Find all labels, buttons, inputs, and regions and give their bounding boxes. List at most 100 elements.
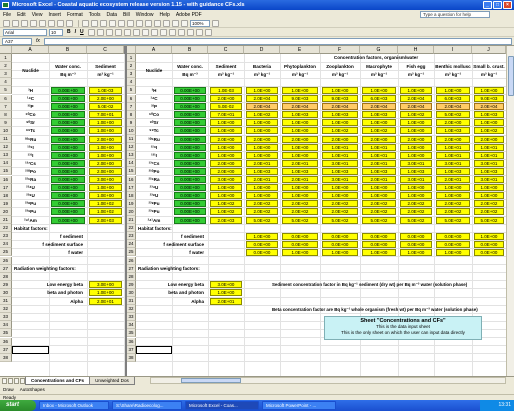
concentration-factor-cell[interactable]: 2.0E+02	[474, 208, 504, 216]
concentration-factor-cell[interactable]: 1.0E+00	[246, 151, 278, 159]
close-button[interactable]: ×	[503, 1, 512, 9]
spelling-icon[interactable]	[66, 19, 73, 27]
concentration-factor-cell[interactable]: 1.0E+00	[282, 119, 318, 127]
concentration-factor-cell[interactable]: 1.0E+00	[436, 86, 470, 94]
row-header[interactable]: 2	[127, 62, 136, 71]
row-header[interactable]: 16	[0, 175, 12, 184]
print-icon[interactable]	[48, 19, 55, 27]
concentration-factor-cell[interactable]: 2.0E+00	[246, 135, 278, 143]
concentration-factor-cell[interactable]: 1.0E+00	[246, 192, 278, 200]
sediment-cf-cell[interactable]: 2.0E+00	[89, 159, 122, 167]
row-header[interactable]: 24	[127, 240, 136, 249]
help-search-input[interactable]: Type a question for help	[420, 11, 490, 18]
concentration-factor-cell[interactable]: 2.0E+02	[322, 208, 358, 216]
row-header[interactable]: 2	[0, 62, 12, 71]
sediment-cf-cell[interactable]: 3.0E+00	[210, 176, 242, 184]
menu-view[interactable]: View	[32, 12, 43, 18]
paste-icon[interactable]	[100, 19, 107, 27]
concentration-factor-cell[interactable]: 1.0E+01	[362, 143, 396, 151]
row-header[interactable]: 10	[127, 126, 136, 135]
concentration-factor-cell[interactable]: 2.0E+00	[322, 135, 358, 143]
row-header[interactable]: 3	[127, 70, 136, 79]
row-header[interactable]: 32	[127, 305, 136, 314]
concentration-factor-cell[interactable]: 1.0E+00	[400, 184, 432, 192]
font-size-select[interactable]: 10	[49, 28, 63, 36]
concentration-factor-cell[interactable]: 1.0E+00	[400, 192, 432, 200]
habitat-factor-cell[interactable]: 1.0E+00	[436, 248, 470, 256]
sediment-cf-cell[interactable]: 1.0E+02	[89, 208, 122, 216]
column-header-d[interactable]: D	[244, 46, 280, 54]
row-header[interactable]: 37	[127, 345, 136, 354]
sediment-cf-cell[interactable]: 1.0E+00	[89, 192, 122, 200]
menu-insert[interactable]: Insert	[48, 12, 61, 18]
row-header[interactable]: 10	[0, 126, 12, 135]
concentration-factor-cell[interactable]: 1.0E+03	[362, 167, 396, 175]
concentration-factor-cell[interactable]: 3.0E+01	[474, 176, 504, 184]
water-conc-cell[interactable]: 0.00E+00	[174, 200, 206, 208]
concentration-factor-cell[interactable]: 2.0E+02	[246, 200, 278, 208]
concentration-factor-cell[interactable]: 2.0E+02	[322, 200, 358, 208]
row-header[interactable]: 35	[127, 329, 136, 338]
concentration-factor-cell[interactable]: 1.0E+02	[362, 127, 396, 135]
concentration-factor-cell[interactable]: 2.0E+02	[474, 200, 504, 208]
column-header-i[interactable]: I	[434, 46, 472, 54]
undo-icon[interactable]	[118, 19, 125, 27]
row-header[interactable]: 6	[0, 94, 12, 103]
new-icon[interactable]	[3, 19, 10, 27]
concentration-factor-cell[interactable]: 1.0E+00	[474, 86, 504, 94]
column-header-a[interactable]: A	[12, 46, 49, 54]
water-conc-cell[interactable]: 0.00E+00	[174, 127, 206, 135]
row-header[interactable]: 35	[0, 329, 12, 338]
prev-sheet-button[interactable]	[8, 378, 13, 384]
sediment-cf-cell[interactable]: 1.0E+00	[89, 151, 122, 159]
row-header[interactable]: 22	[127, 224, 136, 233]
concentration-factor-cell[interactable]: 1.0E+00	[400, 86, 432, 94]
habitat-factor-cell[interactable]: 0.0E+00	[322, 232, 358, 240]
underline-button[interactable]: U	[80, 29, 84, 35]
sediment-cf-cell[interactable]: 2.0E+03	[89, 216, 122, 224]
row-header[interactable]: 30	[127, 288, 136, 297]
concentration-factor-cell[interactable]: 1.0E+00	[436, 192, 470, 200]
sediment-cf-cell[interactable]: 2.0E+03	[210, 216, 242, 224]
sediment-cf-cell[interactable]: 2.0E+00	[210, 167, 242, 175]
column-header-b[interactable]: B	[49, 46, 87, 54]
task-share-folder[interactable]: S:\Share\Radioecolog...	[112, 401, 182, 410]
row-header[interactable]: 5	[0, 86, 12, 95]
start-button[interactable]: start	[0, 400, 36, 411]
concentration-factor-cell[interactable]: 9.0E+03	[474, 95, 504, 103]
habitat-factor-cell[interactable]: 0.0E+00	[282, 232, 318, 240]
row-header[interactable]: 17	[127, 183, 136, 192]
water-conc-cell[interactable]: 0.00E+00	[51, 167, 85, 175]
sediment-cf-cell[interactable]: 1.0E+00	[210, 192, 242, 200]
row-header[interactable]: 23	[127, 232, 136, 241]
row-header[interactable]: 4	[127, 78, 136, 87]
sediment-cf-cell[interactable]: 5.0E-02	[89, 103, 122, 111]
concentration-factor-cell[interactable]: 2.0E+02	[362, 208, 396, 216]
concentration-factor-cell[interactable]: 1.0E+00	[436, 184, 470, 192]
copy-icon[interactable]	[91, 19, 98, 27]
water-conc-cell[interactable]: 0.00E+00	[174, 159, 206, 167]
row-header[interactable]: 37	[0, 345, 12, 354]
row-header[interactable]: 5	[127, 86, 136, 95]
habitat-factor-cell[interactable]: 1.0E+00	[282, 248, 318, 256]
concentration-factor-cell[interactable]: 5.0E+02	[282, 216, 318, 224]
sediment-cf-cell[interactable]: 2.0E+00	[210, 135, 242, 143]
row-header[interactable]: 1	[0, 54, 12, 63]
concentration-factor-cell[interactable]: 2.0E+02	[400, 200, 432, 208]
row-header[interactable]: 31	[0, 297, 12, 306]
water-conc-cell[interactable]: 0.00E+00	[174, 143, 206, 151]
radiation-weight-cell[interactable]: 2.0E+01	[210, 297, 242, 305]
row-header[interactable]: 18	[0, 191, 12, 200]
spreadsheet-grid[interactable]: ABCABCDEFGHIJK11223344556677889910101111…	[0, 46, 506, 376]
concentration-factor-cell[interactable]: 2.0E+00	[474, 135, 504, 143]
chart-wizard-icon[interactable]	[172, 19, 179, 27]
water-conc-cell[interactable]: 0.00E+00	[51, 135, 85, 143]
concentration-factor-cell[interactable]: 2.0E+01	[362, 176, 396, 184]
concentration-factor-cell[interactable]: 5.0E+02	[400, 216, 432, 224]
concentration-factor-cell[interactable]: 2.0E+04	[400, 95, 432, 103]
habitat-factor-cell[interactable]: 0.0E+00	[474, 248, 504, 256]
italic-button[interactable]: I	[75, 29, 76, 35]
row-header[interactable]: 20	[0, 207, 12, 216]
row-header[interactable]: 17	[0, 183, 12, 192]
row-header[interactable]: 34	[127, 321, 136, 330]
